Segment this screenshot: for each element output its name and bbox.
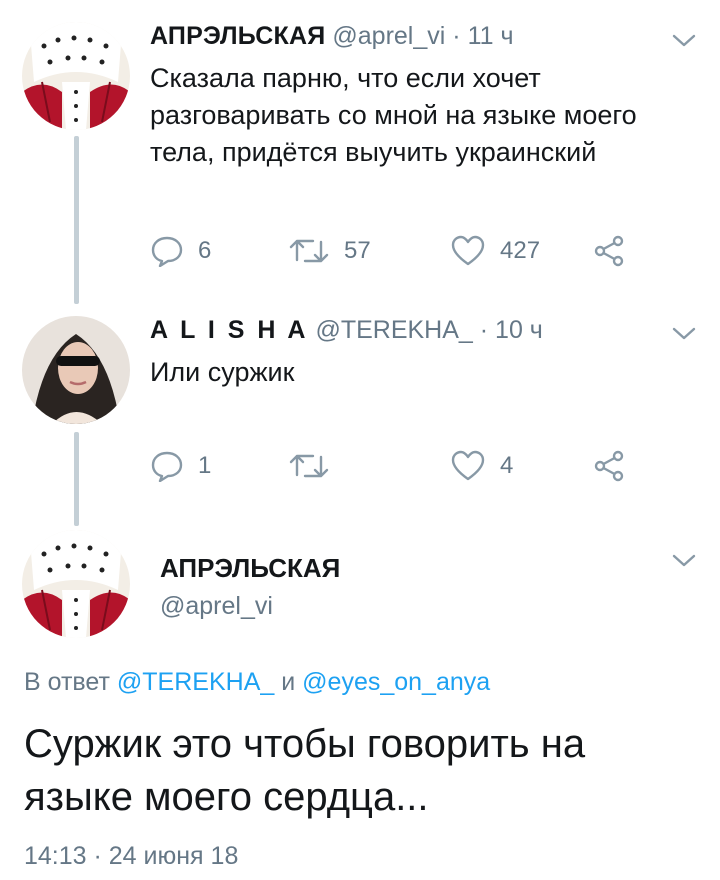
like-count: 427 bbox=[500, 237, 541, 264]
retweet-button[interactable]: 57 bbox=[288, 235, 371, 267]
tweet-actions: 6 57 427 bbox=[150, 235, 650, 267]
reply-icon bbox=[151, 236, 183, 267]
avatar-aprel[interactable] bbox=[22, 530, 130, 638]
mention-link[interactable]: @TEREKHA_ bbox=[117, 668, 274, 696]
display-name[interactable]: АПРЭЛЬСКАЯ bbox=[150, 22, 325, 50]
avatar-aprel[interactable] bbox=[22, 22, 130, 130]
tweet-text: Или суржик bbox=[150, 357, 295, 387]
separator: · bbox=[479, 316, 489, 344]
like-count: 4 bbox=[500, 452, 514, 479]
like-button[interactable]: 4 bbox=[450, 450, 513, 482]
reply-count: 6 bbox=[198, 237, 212, 264]
tweet-header: A L I S H A @TEREKHA_ · 10 ч bbox=[150, 316, 543, 345]
reply-count: 1 bbox=[198, 452, 212, 479]
reply-context: В ответ @TEREKHA_ и @eyes_on_anya bbox=[24, 668, 490, 697]
display-name[interactable]: A L I S H A bbox=[150, 316, 308, 344]
main-tweet-text: Суржик это чтобы говорить на языке моего… bbox=[24, 722, 586, 819]
retweet-count: 57 bbox=[344, 237, 371, 264]
tweet-header: АПРЭЛЬСКАЯ @aprel_vi · 11 ч bbox=[150, 22, 514, 51]
avatar-aprel-image bbox=[22, 530, 130, 638]
separator: · bbox=[452, 22, 461, 50]
mention-link[interactable]: @eyes_on_anya bbox=[302, 668, 490, 696]
avatar-aprel-image bbox=[22, 22, 130, 130]
tweet-time[interactable]: 11 ч bbox=[468, 22, 514, 50]
like-button[interactable]: 427 bbox=[450, 235, 540, 267]
tweet-timestamp[interactable]: 14:13 · 24 июня 18 bbox=[24, 842, 238, 871]
reply-button[interactable]: 6 bbox=[150, 235, 211, 267]
heart-icon bbox=[451, 450, 485, 481]
retweet-icon bbox=[289, 454, 329, 478]
reply-prefix: В ответ bbox=[24, 668, 110, 696]
tweet-actions: 1 4 bbox=[150, 450, 650, 482]
tweet-text: Сказала парню, что если хочет разговарив… bbox=[150, 63, 637, 167]
reply-button[interactable]: 1 bbox=[150, 450, 211, 482]
chevron-down-icon[interactable] bbox=[672, 34, 696, 48]
share-button[interactable] bbox=[592, 450, 626, 482]
thread-line-1 bbox=[74, 136, 79, 304]
tweet-time[interactable]: 10 ч bbox=[495, 316, 543, 344]
share-icon bbox=[594, 235, 624, 267]
retweet-icon bbox=[289, 239, 329, 263]
reply-icon bbox=[151, 451, 183, 482]
user-handle[interactable]: @aprel_vi bbox=[332, 22, 445, 50]
user-handle[interactable]: @TEREKHA_ bbox=[315, 316, 472, 344]
chevron-down-icon[interactable] bbox=[672, 554, 696, 568]
share-button[interactable] bbox=[592, 235, 626, 267]
share-icon bbox=[594, 450, 624, 482]
thread-line-2 bbox=[74, 432, 79, 526]
display-name[interactable]: АПРЭЛЬСКАЯ bbox=[160, 553, 340, 584]
reply-and: и bbox=[281, 668, 296, 696]
chevron-down-icon[interactable] bbox=[672, 327, 696, 341]
user-handle[interactable]: @aprel_vi bbox=[160, 592, 273, 621]
avatar-alisha[interactable] bbox=[22, 316, 130, 424]
avatar-alisha-image bbox=[22, 316, 130, 424]
retweet-button[interactable] bbox=[288, 450, 344, 482]
heart-icon bbox=[451, 235, 485, 266]
